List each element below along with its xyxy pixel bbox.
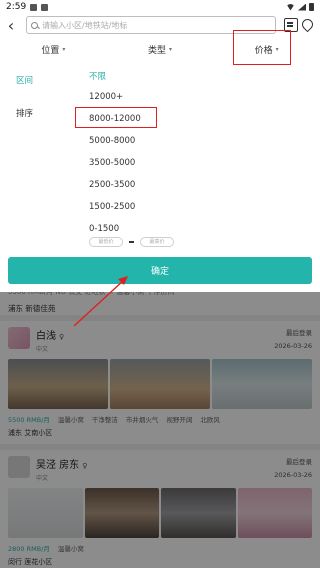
filter-type-label: 类型 — [147, 45, 166, 56]
caret-down-icon: ▾ — [169, 45, 173, 53]
min-price-input[interactable]: 最低价 — [89, 237, 123, 247]
back-button[interactable]: ‹ — [0, 14, 22, 36]
price-option-any[interactable]: 不限 — [89, 70, 106, 82]
custom-range: 最低价 最高价 — [89, 237, 174, 247]
range-dash — [129, 241, 134, 243]
max-price-input[interactable]: 最高价 — [140, 237, 174, 247]
price-option-5000-8000[interactable]: 5000-8000 — [89, 136, 135, 146]
price-option-3500-5000[interactable]: 3500-5000 — [89, 158, 135, 168]
option-highlight — [75, 107, 157, 128]
status-time: 2:59 — [6, 2, 27, 12]
dim-overlay[interactable] — [0, 292, 320, 568]
chevron-left-icon: ‹ — [7, 15, 15, 35]
price-tab-highlight — [233, 30, 291, 65]
price-option-2500-3500[interactable]: 2500-3500 — [89, 180, 135, 190]
signal-icon — [298, 3, 306, 11]
caret-down-icon: ▾ — [62, 45, 66, 53]
filter-tab-type[interactable]: 类型 ▾ — [107, 36, 214, 62]
filter-tab-location[interactable]: 位置 ▾ — [0, 36, 107, 62]
wifi-icon — [286, 3, 295, 11]
screen: 2:59 ‹ 位置 ▾ 类型 ▾ 价格 ▾ — [0, 0, 320, 568]
map-pin-icon[interactable] — [299, 16, 316, 33]
price-option-0-1500[interactable]: 0-1500 — [89, 224, 119, 234]
search-icon — [31, 21, 38, 29]
price-option-1500-2500[interactable]: 1500-2500 — [89, 202, 135, 212]
price-option-12000-plus[interactable]: 12000+ — [89, 92, 123, 102]
filter-location-label: 位置 — [41, 45, 60, 56]
status-bar: 2:59 — [0, 0, 320, 14]
sort-label[interactable]: 排序 — [16, 107, 33, 119]
range-label[interactable]: 区间 — [16, 74, 33, 86]
app-notification-icon — [41, 3, 49, 11]
notification-icon — [30, 3, 38, 11]
search-input[interactable] — [42, 20, 242, 30]
confirm-button[interactable]: 确定 — [8, 257, 312, 284]
battery-icon — [309, 3, 314, 11]
